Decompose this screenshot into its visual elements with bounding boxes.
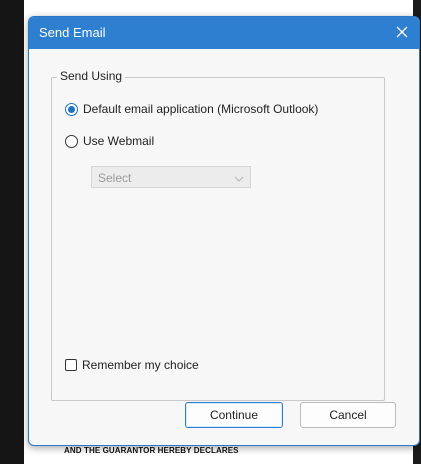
radio-button-checked[interactable] bbox=[65, 102, 78, 116]
remember-choice-label: Remember my choice bbox=[82, 358, 199, 372]
radio-use-webmail[interactable]: Use Webmail bbox=[65, 134, 154, 148]
close-icon[interactable] bbox=[393, 23, 411, 41]
webmail-select[interactable]: Select bbox=[91, 166, 251, 188]
radio-button-unchecked[interactable] bbox=[65, 134, 78, 148]
webmail-select-value: Select bbox=[98, 171, 132, 185]
radio-default-email-app[interactable]: Default email application (Microsoft Out… bbox=[65, 102, 318, 116]
continue-button[interactable]: Continue bbox=[185, 402, 283, 428]
send-using-group bbox=[51, 77, 385, 401]
remember-choice-checkbox-row[interactable]: Remember my choice bbox=[65, 358, 199, 372]
radio-default-email-label: Default email application (Microsoft Out… bbox=[83, 102, 319, 116]
dialog-title: Send Email bbox=[39, 25, 106, 40]
background-left-bar bbox=[0, 0, 24, 464]
cancel-button[interactable]: Cancel bbox=[300, 402, 396, 428]
send-using-legend: Send Using bbox=[57, 69, 126, 83]
background-document-text: AND THE GUARANTOR HEREBY DECLARES bbox=[64, 446, 239, 455]
chevron-down-icon bbox=[234, 173, 244, 183]
radio-webmail-label: Use Webmail bbox=[83, 134, 155, 148]
remember-choice-checkbox[interactable] bbox=[65, 359, 77, 371]
dialog-titlebar: Send Email bbox=[29, 17, 419, 49]
send-email-dialog: Send Email Send Using Default email appl… bbox=[28, 16, 420, 446]
